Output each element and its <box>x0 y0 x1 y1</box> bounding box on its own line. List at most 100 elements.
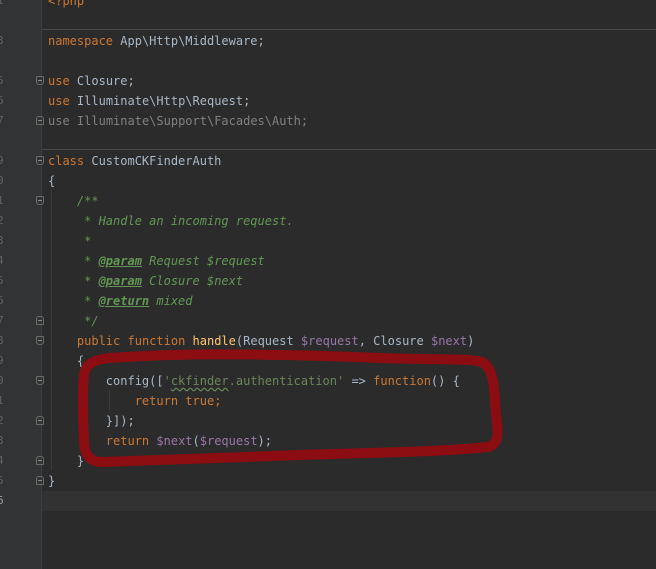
paren: ( <box>192 434 200 448</box>
keyword: return <box>105 434 150 448</box>
keyword: use <box>48 94 70 108</box>
fold-marker-icon[interactable] <box>36 76 44 85</box>
keyword: function <box>373 374 431 388</box>
brace: } <box>48 474 56 488</box>
fold-marker-icon[interactable] <box>36 376 44 385</box>
line-number: 4 <box>0 454 4 467</box>
variable: $next <box>430 334 468 348</box>
doc-comment-line[interactable]: */ <box>48 311 98 331</box>
fold-marker-icon[interactable] <box>36 196 44 205</box>
keyword: class <box>48 154 85 168</box>
import-name: Closure; <box>76 74 135 88</box>
code-editor[interactable]: 1 3 5 6 7 9 0 1 2 3 4 5 6 7 8 9 0 1 2 3 … <box>0 0 656 569</box>
line-number: 7 <box>0 114 4 127</box>
code-line[interactable]: } <box>48 471 55 491</box>
doc-tag: @return <box>98 294 150 308</box>
doc-tag: @param <box>98 254 142 268</box>
string: ' <box>163 374 171 388</box>
fold-marker-icon[interactable] <box>36 116 44 125</box>
code-line[interactable]: }]); <box>48 411 135 431</box>
fold-marker-icon[interactable] <box>36 316 44 325</box>
doc-comment-line[interactable]: * @param Closure $next <box>48 271 243 291</box>
line-number-gutter[interactable]: 1 3 5 6 7 9 0 1 2 3 4 5 6 7 8 9 0 1 2 3 … <box>0 0 44 569</box>
keyword-unused: use <box>48 114 70 128</box>
comment-text: Closure <box>141 274 207 288</box>
paren: () { <box>430 374 460 388</box>
line-number: 7 <box>0 314 4 327</box>
line-number: 3 <box>0 234 4 247</box>
code-line[interactable]: use Illuminate\Support\Facades\Auth; <box>48 111 308 131</box>
paren: ); <box>257 434 272 448</box>
line-number: 0 <box>0 374 4 387</box>
fold-marker-icon[interactable] <box>36 156 44 165</box>
param-type: (Request <box>235 334 301 348</box>
variable: $request <box>199 434 258 448</box>
doc-comment-line[interactable]: * <box>48 231 91 251</box>
keyword: function <box>127 334 186 348</box>
line-number: 5 <box>0 274 4 287</box>
line-number: 6 <box>0 94 4 107</box>
keyword: use <box>48 74 70 88</box>
line-number: 1 <box>0 394 4 407</box>
class-name: CustomCKFinderAuth <box>91 154 222 168</box>
line-number: 6 <box>0 294 4 307</box>
code-line[interactable]: use Illuminate\Http\Request; <box>48 91 250 111</box>
import-name: Illuminate\Http\Request; <box>76 94 251 108</box>
line-number: 9 <box>0 154 4 167</box>
line-number-current: 6 <box>0 494 4 507</box>
code-line[interactable]: return true; <box>48 391 222 411</box>
method-separator <box>42 149 656 150</box>
fold-marker-icon[interactable] <box>36 476 44 485</box>
line-number: 2 <box>0 414 4 427</box>
line-number: 0 <box>0 174 4 187</box>
keyword: namespace <box>48 34 114 48</box>
function-name: handle <box>192 334 236 348</box>
comment-text: mixed <box>149 294 193 308</box>
line-number: 8 <box>0 334 4 347</box>
line-number: 9 <box>0 354 4 367</box>
code-line[interactable]: config(['ckfinder.authentication' => fun… <box>48 371 460 391</box>
comment-text: * <box>48 294 99 308</box>
code-line[interactable]: return $next($request); <box>48 431 272 451</box>
doc-comment-line[interactable]: /** <box>48 191 99 211</box>
code-line[interactable]: public function handle(Request $request,… <box>48 331 474 351</box>
line-number: 5 <box>0 474 4 487</box>
keyword: public <box>76 334 121 348</box>
fold-marker-icon[interactable] <box>36 416 44 425</box>
param-type: , Closure <box>358 334 431 348</box>
code-line[interactable]: { <box>48 351 84 371</box>
caret-line-highlight <box>42 491 656 511</box>
doc-tag: @param <box>98 274 142 288</box>
line-number: 5 <box>0 74 4 87</box>
string: .authentication' <box>228 374 345 388</box>
keyword: return <box>134 394 179 408</box>
comment-text: $request <box>206 254 265 268</box>
doc-comment-line[interactable]: * @param Request $request <box>48 251 265 271</box>
brace: }]); <box>48 414 135 428</box>
doc-comment-line[interactable]: * @return mixed <box>48 291 193 311</box>
variable: $next <box>156 434 193 448</box>
brace: } <box>48 454 85 468</box>
code-line[interactable]: use Closure; <box>48 71 135 91</box>
code-line[interactable]: { <box>48 171 55 191</box>
semicolon: ; <box>214 394 222 408</box>
doc-comment-line[interactable]: * Handle an incoming request. <box>48 211 294 231</box>
line-number: 1 <box>0 0 4 7</box>
code-line[interactable]: class CustomCKFinderAuth <box>48 151 221 171</box>
code-line[interactable]: namespace App\Http\Middleware; <box>48 31 265 51</box>
php-open-tag: <?php <box>48 0 85 8</box>
fold-marker-icon[interactable] <box>36 456 44 465</box>
operator: => <box>344 374 374 388</box>
line-number: 4 <box>0 254 4 267</box>
namespace-name: App\Http\Middleware; <box>120 34 265 48</box>
import-name-unused: Illuminate\Support\Facades\Auth; <box>76 114 309 128</box>
code-line[interactable]: <?php <box>48 0 84 11</box>
fold-marker-icon[interactable] <box>36 336 44 345</box>
string-typo: ckfinder <box>170 374 229 388</box>
code-line[interactable]: } <box>48 451 84 471</box>
